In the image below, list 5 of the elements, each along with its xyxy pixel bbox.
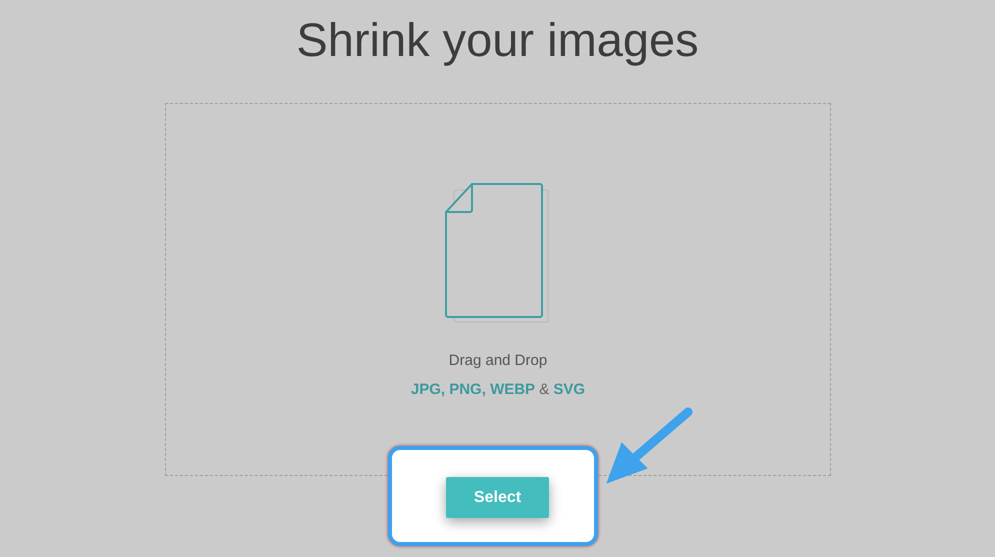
drop-zone[interactable]: Drag and Drop JPG, PNG, WEBP & SVG xyxy=(165,103,831,476)
page-title: Shrink your images xyxy=(295,12,700,68)
supported-formats: JPG, PNG, WEBP & SVG xyxy=(410,380,586,400)
file-icon xyxy=(444,180,552,325)
drop-hint: Drag and Drop xyxy=(448,351,548,371)
